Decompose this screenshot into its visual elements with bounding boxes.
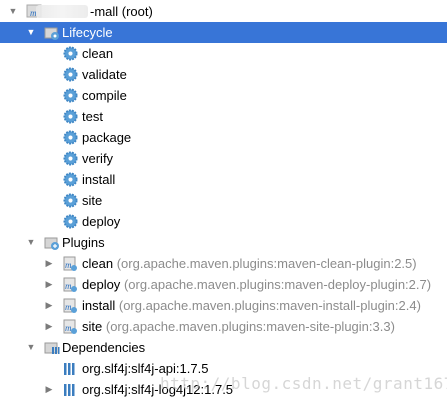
dependency-row[interactable]: org.slf4j:slf4j-api:1.7.5 bbox=[0, 358, 447, 379]
library-icon bbox=[62, 382, 78, 398]
lifecycle-phase-row[interactable]: compile bbox=[0, 85, 447, 106]
lifecycle-phase-row[interactable]: install bbox=[0, 169, 447, 190]
phase-label: test bbox=[82, 109, 103, 124]
lifecycle-phase-row[interactable]: site bbox=[0, 190, 447, 211]
phase-label: validate bbox=[82, 67, 127, 82]
tree-row-lifecycle[interactable]: ▼ Lifecycle bbox=[0, 22, 447, 43]
dependency-label: org.slf4j:slf4j-log4j12:1.7.5 bbox=[82, 382, 234, 397]
phase-label: site bbox=[82, 193, 103, 208]
plugin-coordinates: (org.apache.maven.plugins:maven-install-… bbox=[118, 298, 421, 313]
lifecycle-phase-row[interactable]: test bbox=[0, 106, 447, 127]
plugin-name: deploy bbox=[82, 277, 121, 292]
lifecycle-phase-row[interactable]: deploy bbox=[0, 211, 447, 232]
chevron-down-icon[interactable]: ▼ bbox=[26, 27, 36, 38]
root-label: -mall (root) bbox=[90, 4, 153, 19]
plugin-coordinates: (org.apache.maven.plugins:maven-clean-pl… bbox=[116, 256, 417, 271]
plugins-label: Plugins bbox=[62, 235, 105, 250]
gear-icon bbox=[63, 193, 79, 209]
plugin-name: install bbox=[82, 298, 116, 313]
plugin-name: clean bbox=[82, 256, 114, 271]
library-icon bbox=[62, 361, 78, 377]
maven-plugin-icon: m bbox=[62, 277, 78, 293]
lifecycle-phase-row[interactable]: package bbox=[0, 127, 447, 148]
chevron-right-icon[interactable]: ▶ bbox=[44, 300, 54, 311]
svg-text:m: m bbox=[65, 260, 72, 270]
dependency-label: org.slf4j:slf4j-api:1.7.5 bbox=[82, 361, 209, 376]
gear-icon bbox=[63, 172, 79, 188]
chevron-right-icon[interactable]: ▶ bbox=[44, 279, 54, 290]
chevron-right-icon[interactable]: ▶ bbox=[44, 258, 54, 269]
chevron-down-icon[interactable]: ▼ bbox=[26, 342, 36, 353]
maven-plugin-icon: m bbox=[62, 319, 78, 335]
lifecycle-phase-row[interactable]: validate bbox=[0, 64, 447, 85]
gear-icon bbox=[63, 109, 79, 125]
gear-icon bbox=[63, 130, 79, 146]
phase-label: install bbox=[82, 172, 116, 187]
chevron-right-icon[interactable]: ▶ bbox=[44, 321, 54, 332]
dependency-row[interactable]: ▶ org.slf4j:slf4j-log4j12:1.7.5 bbox=[0, 379, 447, 400]
chevron-down-icon[interactable]: ▼ bbox=[26, 237, 36, 248]
lifecycle-phase-row[interactable]: clean bbox=[0, 43, 447, 64]
phase-label: compile bbox=[82, 88, 127, 103]
lifecycle-folder-icon bbox=[44, 25, 60, 41]
phase-label: deploy bbox=[82, 214, 121, 229]
plugin-row[interactable]: ▶ m site (org.apache.maven.plugins:maven… bbox=[0, 316, 447, 337]
tree-row-root[interactable]: ▼ m -mall (root) bbox=[0, 1, 447, 22]
gear-icon bbox=[63, 214, 79, 230]
chevron-down-icon[interactable]: ▼ bbox=[8, 6, 18, 17]
maven-plugin-icon: m bbox=[62, 298, 78, 314]
dependencies-label: Dependencies bbox=[62, 340, 146, 355]
svg-text:m: m bbox=[65, 281, 72, 291]
svg-text:m: m bbox=[65, 302, 72, 312]
plugin-name: site bbox=[82, 319, 103, 334]
redacted-project-name bbox=[36, 5, 88, 18]
lifecycle-label: Lifecycle bbox=[62, 25, 113, 40]
plugin-row[interactable]: ▶ m clean (org.apache.maven.plugins:mave… bbox=[0, 253, 447, 274]
phase-label: verify bbox=[82, 151, 114, 166]
tree-row-dependencies[interactable]: ▼ Dependencies bbox=[0, 337, 447, 358]
gear-icon bbox=[63, 67, 79, 83]
gear-icon bbox=[63, 151, 79, 167]
plugin-row[interactable]: ▶ m install (org.apache.maven.plugins:ma… bbox=[0, 295, 447, 316]
gear-icon bbox=[63, 46, 79, 62]
tree-row-plugins[interactable]: ▼ Plugins bbox=[0, 232, 447, 253]
plugin-row[interactable]: ▶ m deploy (org.apache.maven.plugins:mav… bbox=[0, 274, 447, 295]
plugin-coordinates: (org.apache.maven.plugins:maven-site-plu… bbox=[105, 319, 395, 334]
phase-label: clean bbox=[82, 46, 114, 61]
maven-plugin-icon: m bbox=[62, 256, 78, 272]
lifecycle-phase-row[interactable]: verify bbox=[0, 148, 447, 169]
dependencies-folder-icon bbox=[44, 340, 60, 356]
gear-icon bbox=[63, 88, 79, 104]
plugin-coordinates: (org.apache.maven.plugins:maven-deploy-p… bbox=[123, 277, 432, 292]
chevron-right-icon[interactable]: ▶ bbox=[44, 384, 54, 395]
plugins-folder-icon bbox=[44, 235, 60, 251]
svg-text:m: m bbox=[65, 323, 72, 333]
phase-label: package bbox=[82, 130, 132, 145]
